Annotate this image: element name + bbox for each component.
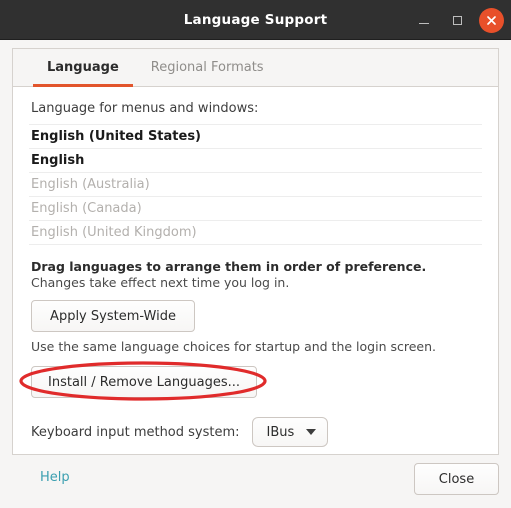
window-controls: [411, 0, 504, 40]
help-link[interactable]: Help: [40, 470, 70, 485]
input-method-row: Keyboard input method system: IBus: [31, 417, 482, 447]
close-icon[interactable]: [479, 7, 504, 33]
changes-hint: Changes take effect next time you log in…: [31, 275, 290, 290]
tab-language-label: Language: [47, 60, 119, 75]
input-method-value: IBus: [266, 424, 295, 440]
list-item[interactable]: English (United States): [29, 125, 482, 149]
install-remove-languages-button[interactable]: Install / Remove Languages...: [31, 366, 257, 398]
list-item[interactable]: English (Australia): [29, 173, 482, 197]
apply-hint: Use the same language choices for startu…: [31, 339, 436, 354]
maximize-icon[interactable]: [445, 8, 470, 33]
language-list[interactable]: English (United States) English English …: [29, 124, 482, 245]
apply-system-wide-button[interactable]: Apply System-Wide: [31, 300, 195, 332]
install-remove-wrapper: Install / Remove Languages...: [19, 361, 482, 401]
list-item[interactable]: English: [29, 149, 482, 173]
tab-language[interactable]: Language: [31, 49, 135, 87]
input-method-label: Keyboard input method system:: [31, 424, 240, 440]
window-title: Language Support: [183, 11, 328, 28]
section-label: Language for menus and windows:: [31, 101, 259, 116]
language-support-window: Language Support Language Regional Forma…: [0, 0, 511, 508]
tab-regional-formats[interactable]: Regional Formats: [135, 49, 280, 86]
close-button[interactable]: Close: [414, 463, 499, 495]
minimize-icon[interactable]: [411, 8, 436, 33]
drag-hint: Drag languages to arrange them in order …: [31, 259, 427, 274]
tab-bar: Language Regional Formats: [13, 49, 498, 87]
language-panel: Language for menus and windows: English …: [13, 87, 498, 454]
input-method-select[interactable]: IBus: [251, 417, 329, 447]
list-item[interactable]: English (United Kingdom): [29, 221, 482, 245]
list-item[interactable]: English (Canada): [29, 197, 482, 221]
titlebar: Language Support: [0, 0, 511, 40]
chevron-down-icon: [306, 429, 317, 435]
tab-regional-formats-label: Regional Formats: [150, 60, 264, 75]
content-frame: Language Regional Formats Language for m…: [12, 48, 499, 455]
